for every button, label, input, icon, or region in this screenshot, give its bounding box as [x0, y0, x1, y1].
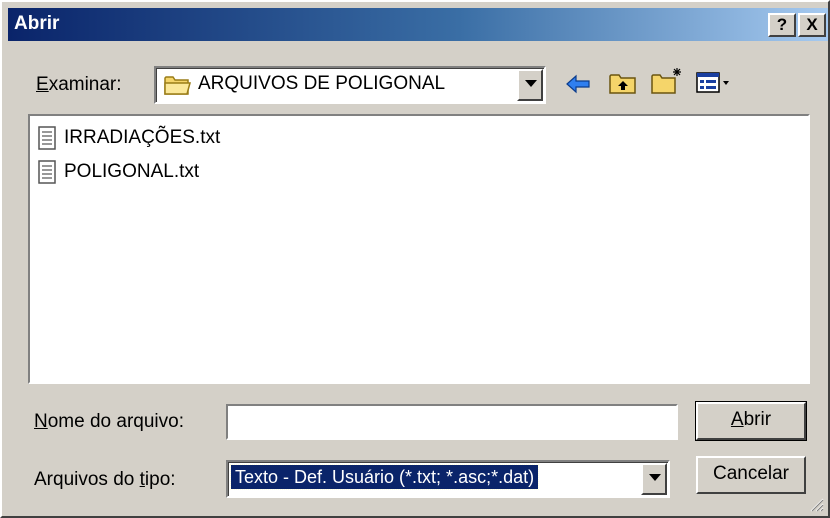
filename-input[interactable] — [226, 404, 678, 440]
look-in-label: Examinar: — [36, 74, 122, 95]
filename-label-rest: ome do arquivo: — [47, 411, 184, 432]
resize-grip-icon[interactable] — [808, 496, 824, 512]
look-in-combo[interactable]: ARQUIVOS DE POLIGONAL — [154, 66, 546, 104]
file-list[interactable]: IRRADIAÇÕES.txt POLIGONAL.txt — [28, 114, 810, 384]
open-file-dialog: Abrir ? X Examinar: ARQUIVOS DE POLIGONA… — [0, 0, 830, 518]
filename-label: Nome do arquivo: — [34, 411, 184, 432]
chevron-down-icon — [525, 80, 537, 87]
look-in-dropdown-button[interactable] — [517, 69, 543, 101]
list-item[interactable]: POLIGONAL.txt — [38, 158, 199, 186]
up-folder-icon[interactable] — [608, 70, 638, 102]
filetype-value: Texto - Def. Usuário (*.txt; *.asc;*.dat… — [229, 464, 540, 490]
filetype-combo[interactable]: Texto - Def. Usuário (*.txt; *.asc;*.dat… — [226, 460, 670, 498]
close-button[interactable]: X — [798, 13, 826, 37]
open-button-label: Abrir — [730, 409, 772, 430]
cancel-button[interactable]: Cancelar — [696, 456, 806, 494]
filetype-dropdown-button[interactable] — [641, 463, 667, 495]
list-item[interactable]: IRRADIAÇÕES.txt — [38, 124, 220, 152]
text-file-icon — [38, 160, 56, 184]
file-name: IRRADIAÇÕES.txt — [64, 127, 221, 148]
help-button[interactable]: ? — [768, 13, 796, 37]
text-file-icon — [38, 126, 56, 150]
folder-icon — [164, 74, 192, 96]
look-in-value: ARQUIVOS DE POLIGONAL — [198, 73, 446, 94]
open-button[interactable]: Abrir — [695, 401, 807, 441]
title-bar[interactable]: Abrir ? X — [8, 8, 828, 41]
view-menu-icon[interactable] — [696, 72, 730, 100]
back-arrow-icon[interactable] — [564, 72, 592, 102]
new-folder-icon[interactable] — [650, 66, 684, 102]
chevron-down-icon — [649, 474, 661, 481]
dialog-title: Abrir — [14, 13, 60, 34]
file-name: POLIGONAL.txt — [64, 161, 200, 182]
filetype-label: Arquivos do tipo: — [34, 469, 176, 490]
look-in-label-rest: xaminar: — [48, 74, 122, 95]
